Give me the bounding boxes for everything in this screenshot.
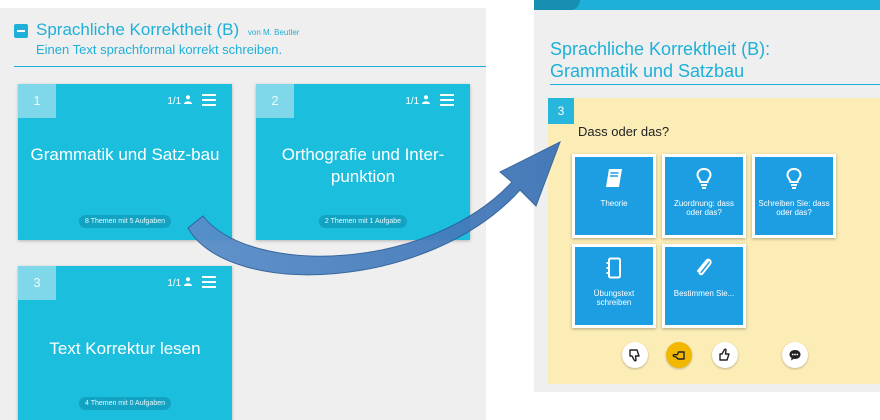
tile-users-count: 1/1 [167,278,182,289]
tile-title: Text Korrektur lesen [49,339,201,358]
chapter-title: Sprachliche Korrektheit (B): Grammatik u… [550,38,770,82]
tile-title: Orthografie und Inter-punktion [281,145,445,186]
topic-card: 3 Dass oder das? Theorie Zuordnung: dass… [548,98,880,384]
menu-icon[interactable] [202,94,216,106]
header-divider [14,66,486,67]
topic-number: 3 [548,98,574,124]
thumbs-up-button[interactable] [712,342,738,368]
task-zuordnung[interactable]: Zuordnung: dass oder das? [662,154,746,238]
person-icon [184,277,192,286]
chapter-tile-1[interactable]: 1 1/1 Grammatik und Satz-bau 8 Themen mi… [18,84,232,240]
thumbs-down-button[interactable] [622,342,648,368]
task-label: Bestimmen Sie... [673,289,735,298]
chapter-title-line-2: Grammatik und Satzbau [550,61,745,81]
top-bar [534,0,880,10]
course-panel: Sprachliche Korrektheit (B) von M. Beutl… [0,8,486,420]
menu-icon[interactable] [202,276,216,288]
back-tab[interactable] [534,0,580,10]
tile-users: 1/1 [405,95,430,107]
comment-button[interactable] [782,342,808,368]
task-theorie[interactable]: Theorie [572,154,656,238]
lightbulb-icon [755,167,833,189]
task-label: Zuordnung: dass oder das? [673,199,735,217]
lightbulb-icon [665,167,743,189]
task-label: Schreiben Sie: dass oder das? [758,199,830,217]
collapse-icon[interactable] [14,24,28,38]
course-header: Sprachliche Korrektheit (B) von M. Beutl… [0,8,486,67]
task-uebungstext[interactable]: Übungstext schreiben [572,244,656,328]
person-icon [422,95,430,104]
tile-number: 3 [18,266,56,300]
tile-title: Grammatik und Satz-bau [30,145,220,164]
comment-icon [789,350,801,361]
tile-badge: 8 Themen mit 5 Aufgaben [78,215,172,228]
tile-users-count: 1/1 [405,96,420,107]
tile-users: 1/1 [167,95,192,107]
thumbs-sideways-button[interactable] [666,342,692,368]
tile-users: 1/1 [167,277,192,289]
tile-badge: 2 Themen mit 1 Aufgabe [318,215,408,228]
notebook-icon [575,257,653,279]
thumbs-up-icon [719,348,730,361]
course-subtitle: Einen Text sprachformal korrekt schreibe… [36,42,283,57]
course-title: Sprachliche Korrektheit (B) von M. Beutl… [36,20,299,40]
tile-number: 1 [18,84,56,118]
task-label: Übungstext schreiben [593,289,635,307]
task-schreiben[interactable]: Schreiben Sie: dass oder das? [752,154,836,238]
chapter-panel: Sprachliche Korrektheit (B): Grammatik u… [534,0,880,392]
paperclip-icon [665,257,743,279]
task-bestimmen[interactable]: Bestimmen Sie... [662,244,746,328]
task-label: Theorie [600,199,628,208]
thumbs-down-icon [629,349,640,362]
chapter-tile-3[interactable]: 3 1/1 Text Korrektur lesen 4 Themen mit … [18,266,232,420]
person-icon [184,95,192,104]
tile-users-count: 1/1 [167,96,182,107]
course-author: von M. Beutler [247,28,300,37]
topic-question: Dass oder das? [578,124,670,139]
book-icon [575,167,653,189]
thumbs-sideways-icon [672,351,685,360]
menu-icon[interactable] [440,94,454,106]
course-title-text: Sprachliche Korrektheit (B) [36,20,240,39]
tile-badge: 4 Themen mit 0 Aufgaben [78,397,172,410]
chapter-divider [550,84,880,85]
chapter-title-line-1: Sprachliche Korrektheit (B): [550,39,771,59]
chapter-tile-2[interactable]: 2 1/1 Orthografie und Inter-punktion 2 T… [256,84,470,240]
tile-number: 2 [256,84,294,118]
